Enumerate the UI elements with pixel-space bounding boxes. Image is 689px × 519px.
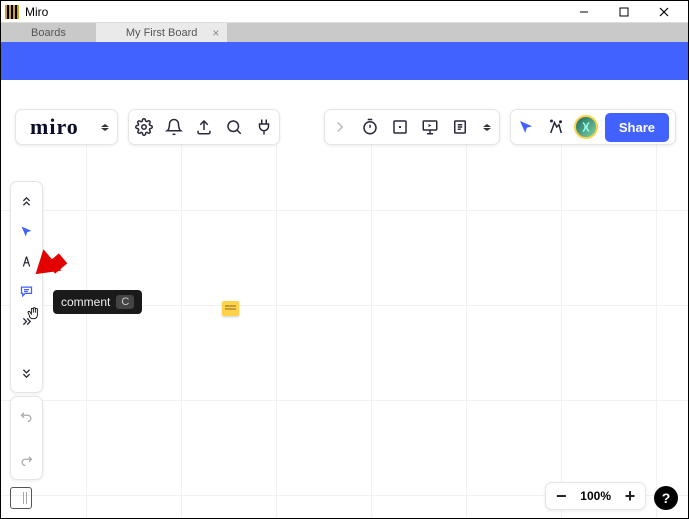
maximize-button[interactable] (604, 1, 644, 23)
tooltip-label: comment (61, 295, 110, 309)
left-toolbar (10, 181, 43, 393)
share-button[interactable]: Share (605, 113, 669, 142)
top-toolbar: miro Share (15, 109, 676, 145)
cursor-icon[interactable] (511, 109, 541, 145)
select-tool[interactable] (10, 216, 43, 246)
expand-icon[interactable] (10, 306, 43, 336)
zoom-in-button[interactable]: + (619, 486, 641, 507)
tab-label: Boards (31, 27, 66, 39)
view-more-toggle[interactable] (475, 124, 499, 131)
tooltip-comment: comment C (53, 290, 142, 314)
close-window-button[interactable] (644, 1, 684, 23)
history-panel (10, 396, 43, 480)
view-controls (324, 109, 500, 145)
comment-tool[interactable] (10, 276, 43, 306)
note-list-icon[interactable] (445, 109, 475, 145)
top-actions (128, 109, 280, 145)
sticky-note[interactable] (222, 301, 239, 316)
plug-icon[interactable] (249, 109, 279, 145)
window-titlebar: Miro (1, 1, 688, 23)
zoom-panel: − 100% + (545, 482, 646, 510)
tab-label: My First Board (126, 27, 198, 39)
zoom-out-button[interactable]: − (550, 486, 572, 507)
redo-button[interactable] (10, 445, 43, 475)
miro-logo[interactable]: miro (16, 114, 93, 140)
collapse-icon[interactable] (10, 186, 43, 216)
undo-button[interactable] (10, 401, 43, 431)
notifications-icon[interactable] (159, 109, 189, 145)
board-menu-toggle[interactable] (93, 124, 117, 131)
minimize-button[interactable] (564, 1, 604, 23)
reactions-icon[interactable] (541, 109, 571, 145)
window-title: Miro (25, 5, 564, 19)
settings-icon[interactable] (129, 109, 159, 145)
zoom-level[interactable]: 100% (576, 489, 615, 503)
avatar[interactable] (571, 109, 601, 145)
tab-boards[interactable]: Boards (1, 23, 96, 42)
export-icon[interactable] (189, 109, 219, 145)
canvas[interactable] (1, 145, 688, 518)
presentation-icon[interactable] (415, 109, 445, 145)
tooltip-shortcut: C (116, 295, 134, 309)
banner (1, 42, 688, 80)
app-icon (5, 5, 19, 19)
help-button[interactable]: ? (654, 486, 678, 510)
tab-bar: Boards My First Board × (1, 23, 688, 42)
more-tools-icon[interactable] (10, 358, 43, 388)
collab-panel: Share (510, 109, 676, 145)
timer-icon[interactable] (355, 109, 385, 145)
board-menu: miro (15, 109, 118, 145)
text-tool[interactable] (10, 246, 43, 276)
search-icon[interactable] (219, 109, 249, 145)
tab-my-first-board[interactable]: My First Board × (96, 23, 228, 42)
notes-panel-button[interactable] (10, 487, 32, 509)
close-tab-icon[interactable]: × (212, 26, 219, 40)
chevron-right-icon[interactable] (325, 109, 355, 145)
frame-icon[interactable] (385, 109, 415, 145)
